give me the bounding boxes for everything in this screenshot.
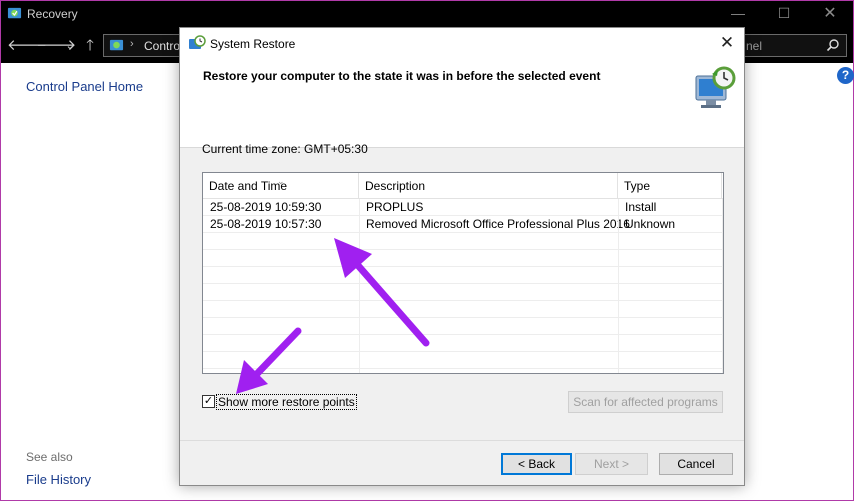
dialog-titlebar: System Restore ✕ (180, 28, 744, 60)
row-type: Unknown (625, 217, 676, 231)
system-restore-icon (189, 35, 206, 49)
row-description: Removed Microsoft Office Professional Pl… (366, 217, 630, 231)
table-row[interactable]: 25-08-2019 10:59:30 PROPLUS Install (203, 199, 723, 216)
column-header-date[interactable]: ⌄ Date and Time (203, 173, 359, 199)
row-description: PROPLUS (366, 200, 424, 214)
column-type-label: Type (624, 179, 651, 193)
empty-row (203, 233, 723, 250)
search-placeholder: nel (746, 39, 763, 53)
table-row[interactable]: 25-08-2019 10:57:30 Removed Microsoft Of… (203, 216, 723, 233)
see-also-label: See also (26, 450, 73, 464)
list-header: ⌄ Date and Time Description Type (203, 173, 723, 199)
help-icon[interactable]: ? (837, 67, 854, 84)
empty-row (203, 352, 723, 369)
column-divider (722, 199, 723, 373)
cancel-button[interactable]: Cancel (659, 453, 733, 475)
checkbox-checked-icon[interactable]: ✓ (202, 395, 215, 408)
empty-row (203, 301, 723, 318)
forward-arrow-icon[interactable]: 🡒 (36, 37, 76, 55)
empty-row (203, 284, 723, 301)
column-divider (618, 199, 619, 373)
search-icon[interactable] (826, 38, 840, 52)
row-type: Install (625, 200, 657, 214)
column-header-description[interactable]: Description (359, 173, 618, 199)
recovery-app-icon (7, 7, 22, 19)
window-title: Recovery (27, 7, 78, 21)
timezone-label: Current time zone: GMT+05:30 (202, 142, 368, 156)
restore-computer-icon (695, 66, 736, 108)
restore-points-list[interactable]: ⌄ Date and Time Description Type 25-08-2… (202, 172, 724, 374)
dialog-header: Restore your computer to the state it wa… (180, 60, 744, 148)
column-header-type[interactable]: Type (618, 173, 722, 199)
column-date-label: Date and Time (209, 179, 288, 193)
address-text: Control (144, 39, 183, 53)
empty-row (203, 318, 723, 335)
system-restore-dialog: System Restore ✕ Restore your computer t… (179, 27, 745, 486)
control-panel-titlebar: Recovery — ☐ ✕ (1, 1, 853, 28)
empty-row (203, 335, 723, 352)
row-date: 25-08-2019 10:57:30 (210, 217, 322, 231)
empty-row (203, 250, 723, 267)
sort-descending-icon: ⌄ (277, 176, 285, 186)
breadcrumb-separator-icon: › (130, 38, 134, 50)
column-description-label: Description (365, 179, 426, 193)
next-button[interactable]: Next > (575, 453, 648, 475)
control-panel-icon (109, 39, 124, 51)
close-button[interactable]: ✕ (807, 1, 853, 28)
recent-locations-chevron-icon[interactable]: ⌄ (61, 37, 79, 55)
row-date: 25-08-2019 10:59:30 (210, 200, 322, 214)
back-button[interactable]: < Back (501, 453, 572, 475)
column-divider (359, 199, 360, 373)
minimize-button[interactable]: — (715, 1, 761, 28)
file-history-link[interactable]: File History (26, 472, 91, 487)
scan-affected-programs-button[interactable]: Scan for affected programs (568, 391, 723, 413)
dialog-close-icon[interactable]: ✕ (710, 28, 744, 58)
empty-row (203, 267, 723, 284)
back-arrow-icon[interactable]: 🡐 (7, 37, 47, 55)
maximize-button[interactable]: ☐ (761, 1, 807, 28)
dialog-title: System Restore (210, 37, 296, 51)
dialog-heading: Restore your computer to the state it wa… (203, 69, 601, 83)
footer-divider (180, 440, 744, 441)
up-arrow-icon[interactable]: 🡑 (81, 37, 99, 55)
show-more-label[interactable]: Show more restore points (216, 394, 357, 410)
control-panel-home-link[interactable]: Control Panel Home (26, 79, 143, 94)
